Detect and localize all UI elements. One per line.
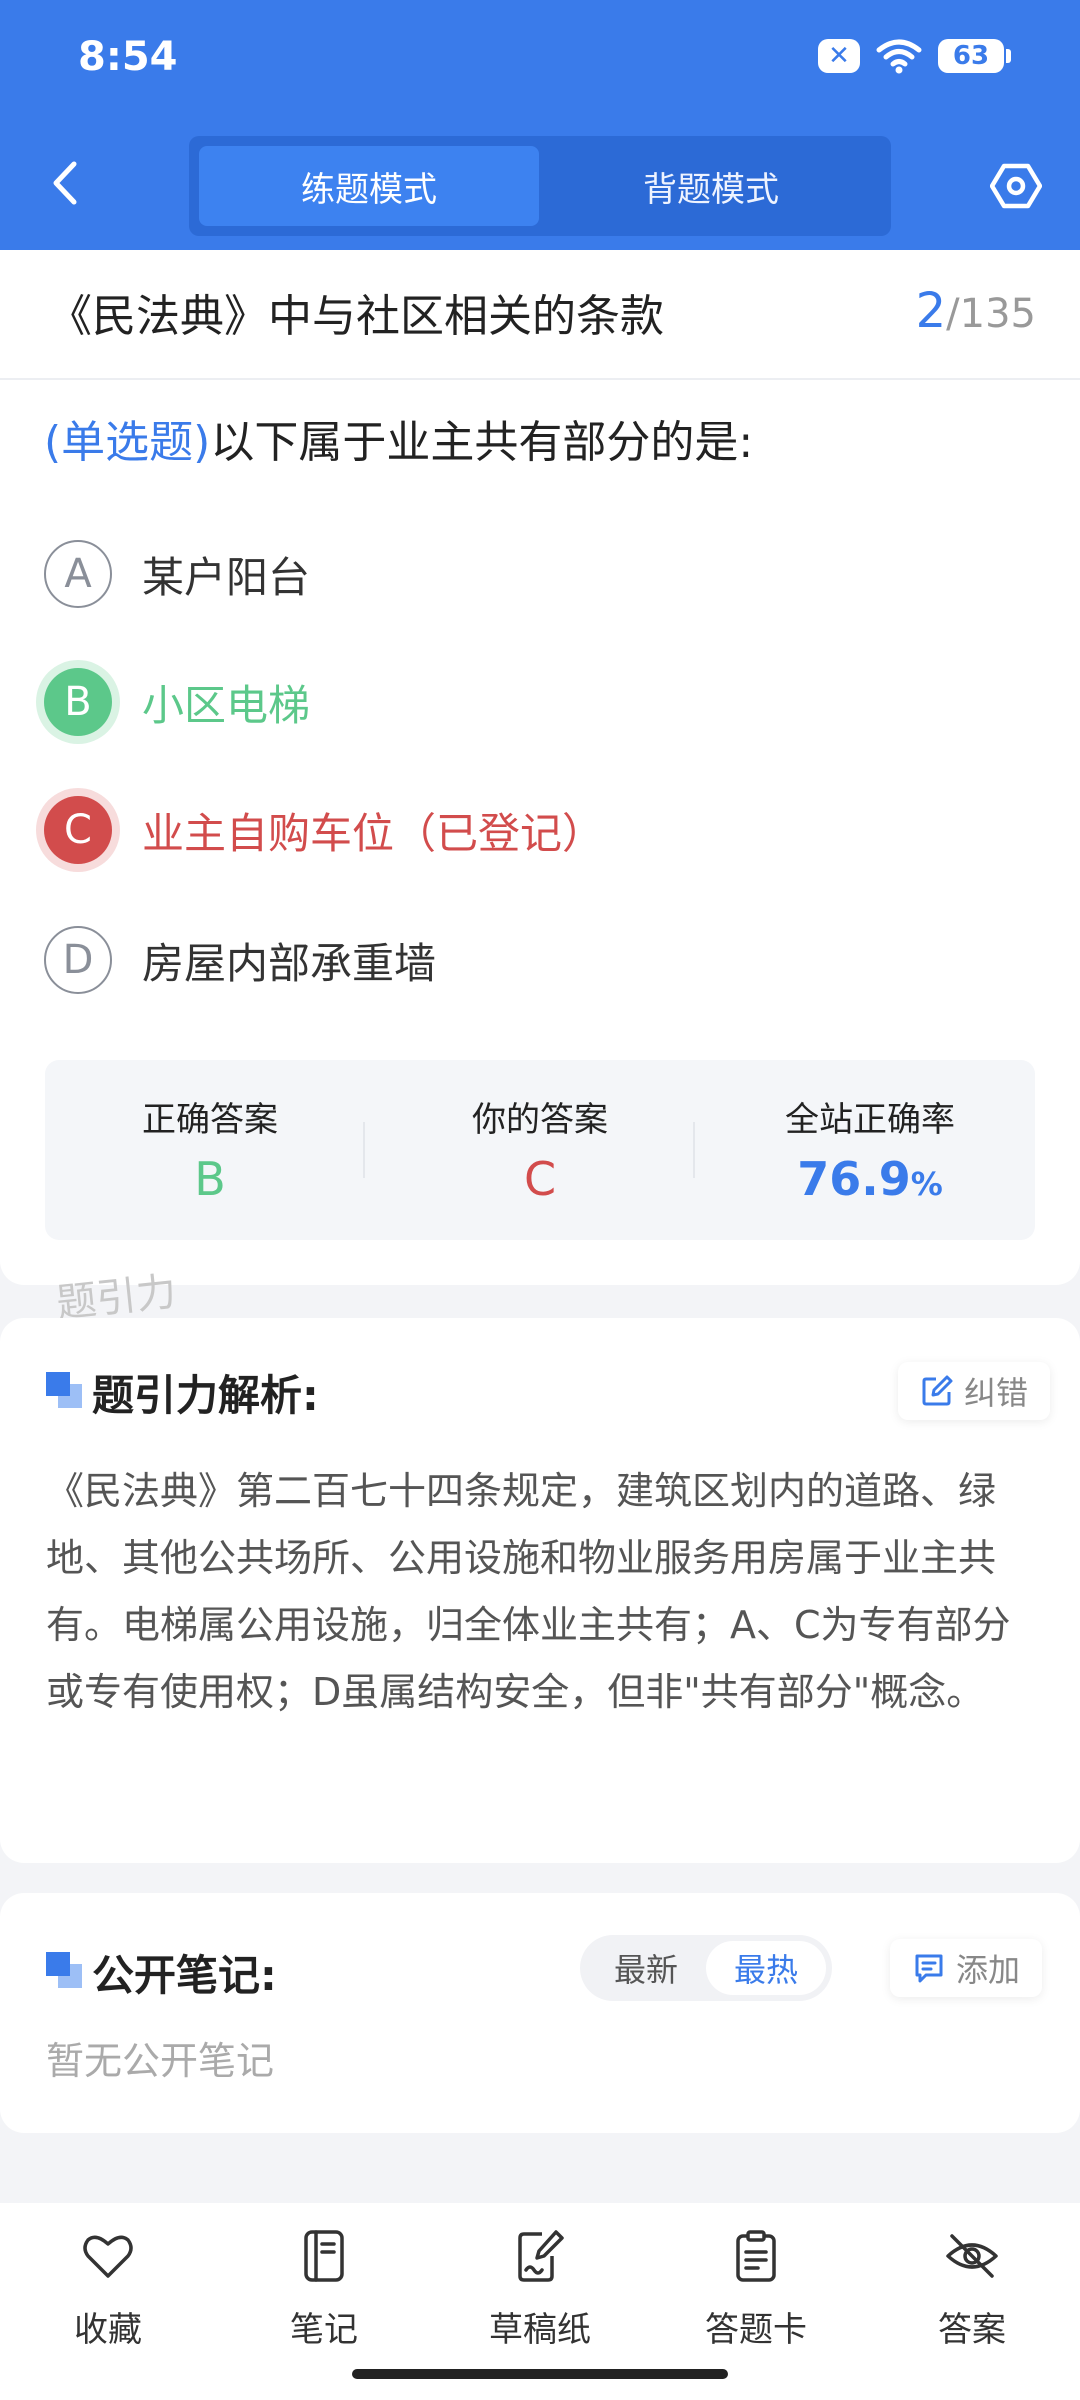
divider (0, 378, 1080, 380)
option-c[interactable]: C 业主自购车位（已登记） (44, 796, 604, 864)
question-type: (单选题) (44, 417, 211, 468)
report-error-button[interactable]: 纠错 (898, 1362, 1051, 1420)
progress-current: 2 (915, 283, 947, 339)
option-text: 业主自购车位（已登记） (142, 808, 605, 858)
empty-notes-text: 暂无公开笔记 (46, 2039, 275, 2083)
back-icon[interactable] (46, 158, 86, 208)
question-progress: 2/135 (916, 283, 1036, 339)
nav-label: 笔记 (290, 2310, 358, 2350)
tab-practice-mode[interactable]: 练题模式 (199, 146, 539, 226)
nav-draft[interactable]: 草稿纸 (450, 2220, 630, 2350)
nav-label: 答案 (938, 2310, 1006, 2350)
correct-answer-label: 正确答案 (142, 1100, 278, 1140)
chapter-title: 《民法典》中与社区相关的条款 (48, 291, 664, 342)
question-stem: 以下属于业主共有部分的是: (210, 417, 754, 468)
section-icon (46, 1372, 82, 1408)
mode-switch: 练题模式 背题模式 (189, 136, 891, 236)
nav-label: 答题卡 (705, 2310, 807, 2350)
correct-answer-column: 正确答案 B (45, 1060, 375, 1240)
add-note-button[interactable]: 添加 (890, 1939, 1043, 1997)
accuracy-unit: % (910, 1165, 943, 1203)
notes-card (0, 1893, 1080, 2133)
accuracy-value: 76.9% (705, 1152, 1035, 1206)
sort-hottest[interactable]: 最热 (706, 1941, 826, 1995)
option-letter: D (44, 926, 112, 994)
analysis-title: 题引力解析: (92, 1371, 319, 1420)
option-text: 房屋内部承重墙 (142, 938, 437, 988)
heart-icon (83, 2235, 133, 2278)
section-icon (46, 1952, 82, 1988)
option-b[interactable]: B 小区电梯 (44, 668, 310, 736)
option-letter: C (44, 796, 112, 864)
notebook-icon (304, 2230, 344, 2282)
your-answer-value: C (523, 1152, 557, 1206)
nav-label: 收藏 (74, 2310, 142, 2350)
your-answer-column: 你的答案 C (375, 1060, 705, 1240)
option-a[interactable]: A 某户阳台 (44, 540, 310, 608)
report-error-label: 纠错 (964, 1374, 1029, 1412)
eye-off-icon (946, 2234, 998, 2278)
notes-title: 公开笔记: (92, 1951, 277, 2000)
question-text: (单选题)以下属于业主共有部分的是: (44, 406, 753, 470)
column-divider (693, 1122, 695, 1178)
accuracy-column: 全站正确率 76.9% (705, 1060, 1035, 1240)
notes-sort-toggle: 最新 最热 (580, 1935, 832, 2001)
wifi-icon (876, 39, 922, 74)
analysis-text: 《民法典》第二百七十四条规定，建筑区划内的道路、绿地、其他公共场所、公用设施和物… (46, 1469, 1011, 1714)
answer-summary: 正确答案 B 你的答案 C 全站正确率 76.9% (45, 1060, 1035, 1240)
add-note-label: 添加 (956, 1951, 1021, 1989)
status-time: 8:54 (78, 34, 178, 80)
nav-label: 草稿纸 (489, 2310, 591, 2350)
nav-answer[interactable]: 答案 (882, 2220, 1062, 2350)
accuracy-number: 76.9 (797, 1152, 911, 1206)
draft-paper-icon (518, 2230, 564, 2282)
option-text: 某户阳台 (142, 552, 311, 602)
edit-icon (922, 1375, 953, 1406)
option-letter: B (44, 668, 112, 736)
nav-notes[interactable]: 笔记 (234, 2220, 414, 2350)
nav-answer-card[interactable]: 答题卡 (666, 2220, 846, 2350)
home-indicator[interactable] (352, 2369, 728, 2379)
accuracy-label: 全站正确率 (785, 1100, 955, 1140)
option-letter: A (44, 540, 112, 608)
notification-close-icon: ✕ (818, 39, 860, 73)
status-icons: ✕ 63 (818, 38, 1011, 74)
comment-icon (915, 1954, 943, 1983)
option-text: 小区电梯 (142, 680, 311, 730)
correct-answer-value: B (194, 1152, 226, 1206)
sort-latest[interactable]: 最新 (586, 1941, 706, 1995)
your-answer-label: 你的答案 (472, 1100, 608, 1140)
column-divider (363, 1122, 365, 1178)
answer-card-icon (736, 2230, 776, 2282)
progress-total: /135 (946, 291, 1036, 337)
tab-recite-mode[interactable]: 背题模式 (541, 146, 881, 226)
battery-indicator: 63 (938, 39, 1011, 73)
nav-favorite[interactable]: 收藏 (18, 2220, 198, 2350)
option-d[interactable]: D 房屋内部承重墙 (44, 926, 436, 994)
settings-icon[interactable] (990, 160, 1042, 212)
